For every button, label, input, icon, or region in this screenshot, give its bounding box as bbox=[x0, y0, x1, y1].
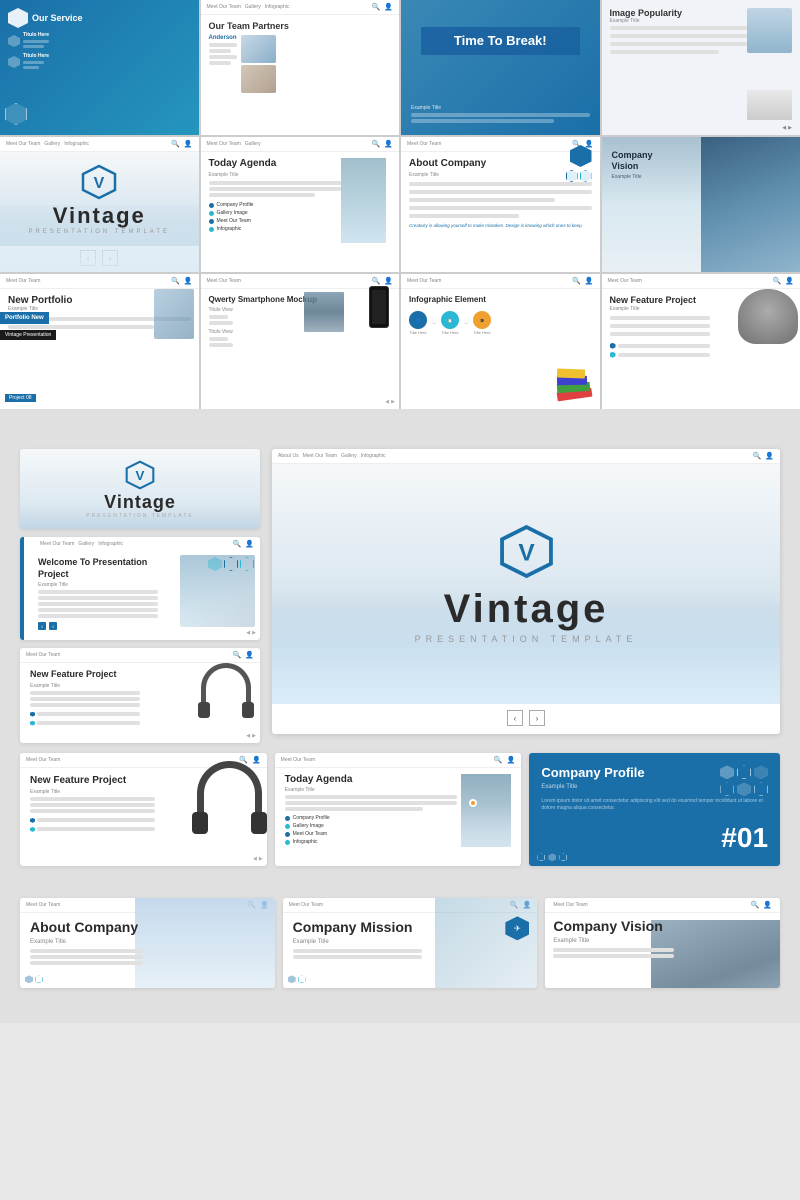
infographic-title: Infographic Element bbox=[409, 295, 592, 304]
about-company-final-subtitle: Example Title bbox=[30, 939, 265, 945]
slide-company-mission-final: Meet Our Team 🔍 👤 Company Mission Exampl… bbox=[283, 898, 538, 988]
slide-team-partners: Meet Our Team Gallery Infographic 🔍 👤 Ou… bbox=[201, 0, 400, 135]
about-company-final-title: About Company bbox=[30, 919, 143, 936]
slide-vintage-small: V Vintage Presentation Template bbox=[20, 449, 260, 529]
slide-today-agenda: Meet Our Team Gallery 🔍 👤 Today Agenda E… bbox=[201, 137, 400, 272]
company-profile-number: #01 bbox=[541, 822, 768, 854]
company-mission-final-title: Company Mission bbox=[293, 919, 422, 936]
main-prev-arrow[interactable]: ‹ bbox=[507, 710, 523, 726]
vintage-small-subtitle: Presentation Template bbox=[86, 513, 193, 519]
middle-bottom-row: Meet Our Team 🔍 👤 New Feature Project Ex… bbox=[0, 753, 800, 876]
svg-text:V: V bbox=[136, 468, 145, 483]
company-profile-subtitle: Example Title bbox=[541, 784, 644, 790]
slide-our-service: Our Service Titulo Here Titulo Here bbox=[0, 0, 199, 135]
facebook-icon: f bbox=[49, 622, 57, 630]
svg-text:V: V bbox=[518, 540, 535, 567]
time-break-title: Time To Break! bbox=[454, 33, 547, 48]
bottom-spacer bbox=[0, 1008, 800, 1023]
vintage-cover-title: Vintage bbox=[53, 203, 146, 229]
welcome-title: Welcome To Presentation Project bbox=[38, 557, 158, 580]
about-company-quote: Creativity is allowing yourself to make … bbox=[409, 223, 592, 229]
vintage-small-title: Vintage bbox=[104, 492, 176, 513]
today-agenda-title: Today Agenda bbox=[209, 158, 343, 170]
slide-new-portfolio: Meet Our Team 🔍 👤 New Portfolio Example … bbox=[0, 274, 199, 409]
slide-infographic: Meet Our Team 🔍 👤 Infographic Element 👤 … bbox=[401, 274, 600, 409]
main-large-logo: V bbox=[499, 524, 554, 579]
twitter-icon: t bbox=[38, 622, 46, 630]
svg-text:V: V bbox=[94, 175, 105, 192]
slide-time-break: Time To Break! Example Title bbox=[401, 0, 600, 135]
section-spacer-2 bbox=[0, 876, 800, 888]
main-large-title: Vintage bbox=[444, 587, 609, 632]
top-slide-grid: Our Service Titulo Here Titulo Here bbox=[0, 0, 800, 409]
slide-vintage-cover: Meet Our Team Gallery Infographic 🔍 👤 V … bbox=[0, 137, 199, 272]
slide-company-mission-sky: CompanyVision Example Title bbox=[602, 137, 800, 272]
vintage-pres-tag: Vintage Presentation bbox=[0, 330, 56, 340]
portfolio-tag: Portfolio New bbox=[0, 312, 49, 324]
team-partners-title: Our Team Partners bbox=[209, 21, 392, 31]
slide-today-agenda-mid: Meet Our Team 🔍 👤 Today Agenda Example T… bbox=[275, 753, 522, 866]
slide-new-feature-mid: Meet Our Team 🔍 👤 New Feature Project Ex… bbox=[20, 753, 267, 866]
company-vision-final-title: Company Vision bbox=[553, 918, 673, 935]
middle-section: V Vintage Presentation Template Meet Our… bbox=[0, 429, 800, 753]
slide-qwerty: Meet Our Team 🔍 👤 Qwerty Smartphone Mock… bbox=[201, 274, 400, 409]
left-column: V Vintage Presentation Template Meet Our… bbox=[20, 449, 260, 743]
slide-about-company: Meet Our Team 🔍 👤 About Company Example … bbox=[401, 137, 600, 272]
project-tag: Project 08 bbox=[5, 394, 36, 402]
main-large-subtitle: Presentation Template bbox=[415, 634, 638, 644]
our-service-title: Our Service bbox=[32, 13, 83, 23]
slide-image-popularity: Image Popularity Example Title ◀ ▶ bbox=[602, 0, 800, 135]
slide-about-company-final: Meet Our Team 🔍 👤 About Company Example … bbox=[20, 898, 275, 988]
new-feature-mid-title: New Feature Project bbox=[30, 774, 155, 787]
slide-new-feature-small: Meet Our Team 🔍 👤 New Feature Project Ex… bbox=[20, 648, 260, 743]
accent-bar bbox=[20, 537, 24, 640]
today-agenda-mid-title: Today Agenda bbox=[285, 774, 458, 785]
main-next-arrow[interactable]: › bbox=[529, 710, 545, 726]
slide-company-vision-final: Meet Our Team 🔍 👤 Company Vision Example… bbox=[545, 898, 780, 988]
slide-company-profile: Company Profile Example Title Lorem ipsu… bbox=[529, 753, 780, 866]
about-company-title: About Company bbox=[409, 158, 592, 170]
new-feature-small-title: New Feature Project bbox=[30, 669, 150, 681]
slide-new-feature-top: Meet Our Team 🔍 👤 New Feature Project Ex… bbox=[602, 274, 800, 409]
company-vision-final-subtitle: Example Title bbox=[553, 938, 772, 944]
final-section: Meet Our Team 🔍 👤 About Company Example … bbox=[0, 888, 800, 1008]
section-spacer bbox=[0, 409, 800, 429]
vintage-cover-subtitle: Presentation Template bbox=[28, 229, 170, 235]
vintage-logo-svg: V bbox=[81, 164, 117, 200]
new-feature-top-title: New Feature Project bbox=[610, 295, 710, 306]
company-profile-title: Company Profile bbox=[541, 765, 644, 780]
slide-welcome: Meet Our Team Gallery Infographic 🔍 👤 We… bbox=[20, 537, 260, 640]
slide-main-large: About Us Meet Our Team Gallery Infograph… bbox=[272, 449, 780, 734]
vintage-small-logo: V bbox=[125, 460, 155, 490]
